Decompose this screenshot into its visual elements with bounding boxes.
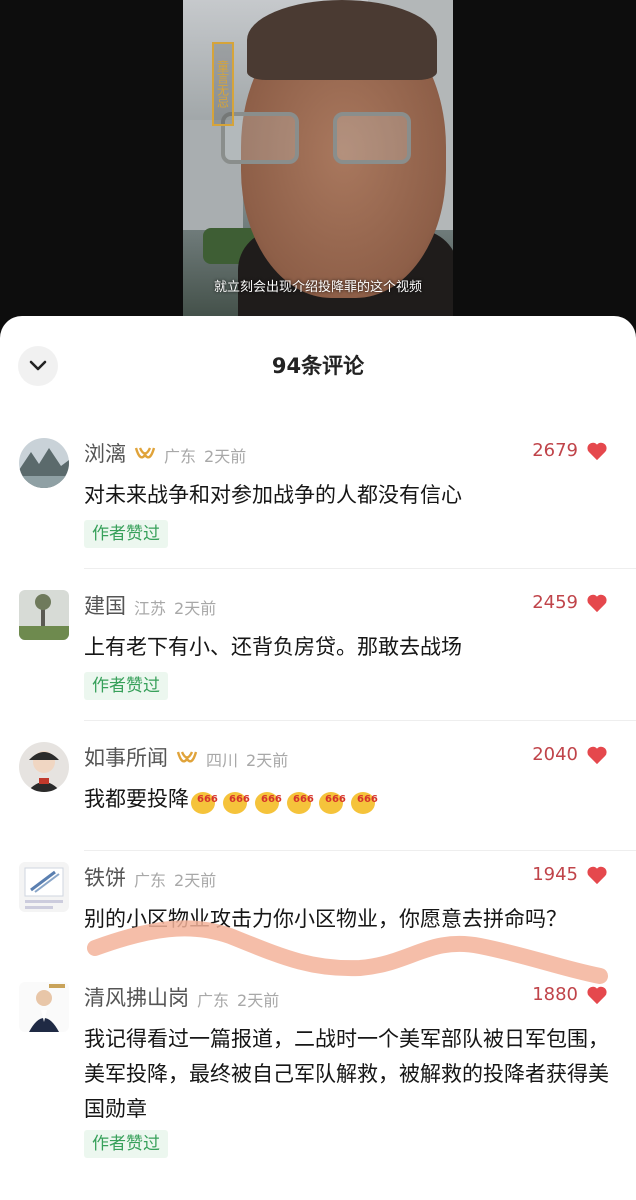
scribble-annotation bbox=[87, 920, 608, 984]
video-tag: 童言无忌 bbox=[212, 42, 234, 126]
glasses-lens bbox=[333, 112, 411, 164]
video-player[interactable]: 童言无忌 就立刻会出现介绍投降罪的这个视频 bbox=[0, 0, 636, 330]
comments-sheet: 94条评论 浏漓 广东 2天前 2679 对未来战争和对参加战争的人都没有信心 作者… bbox=[0, 316, 636, 1200]
person-hair bbox=[247, 0, 437, 80]
video-subtitle: 就立刻会出现介绍投降罪的这个视频 bbox=[213, 280, 422, 295]
